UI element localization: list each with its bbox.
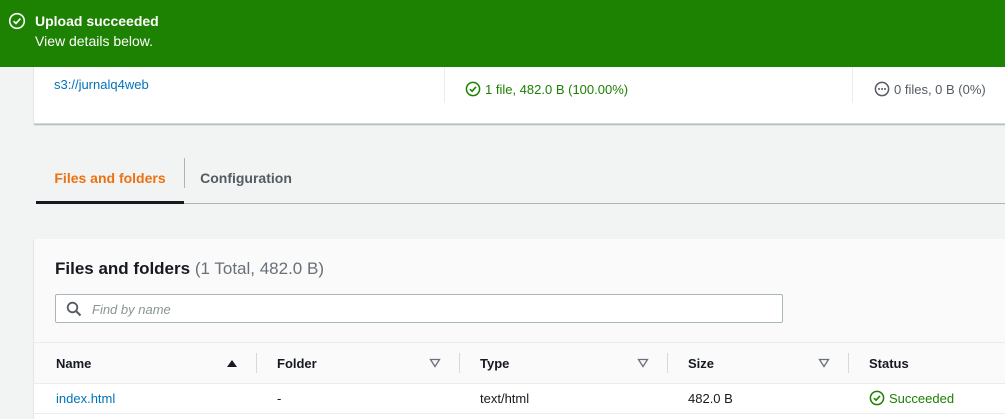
column-header-folder[interactable]: Folder xyxy=(277,343,447,383)
column-header-size[interactable]: Size xyxy=(688,343,838,383)
table-header: Name Folder Type Size Status xyxy=(34,342,1005,384)
succeeded-summary-text: 1 file, 482.0 B (100.00%) xyxy=(485,81,629,97)
file-type: text/html xyxy=(480,390,530,406)
column-header-status[interactable]: Status xyxy=(869,343,1005,383)
column-header-type-label: Type xyxy=(480,355,510,371)
failed-summary-text: 0 files, 0 B (0%) xyxy=(894,81,986,97)
summary-divider xyxy=(444,67,445,103)
panel-title: Files and folders (1 Total, 482.0 B) xyxy=(55,259,324,279)
banner-title: Upload succeeded xyxy=(35,13,159,29)
tab-configuration[interactable]: Configuration xyxy=(185,155,307,201)
column-divider[interactable] xyxy=(667,353,668,373)
files-and-folders-panel: Files and folders (1 Total, 482.0 B) Nam… xyxy=(34,239,1005,419)
summary-divider xyxy=(852,67,853,103)
upload-summary: s3://jurnalq4web 1 file, 482.0 B (100.00… xyxy=(34,67,1005,124)
column-divider[interactable] xyxy=(848,353,849,373)
panel-title-text: Files and folders xyxy=(55,259,191,278)
column-header-type[interactable]: Type xyxy=(480,343,650,383)
succeeded-summary: 1 file, 482.0 B (100.00%) xyxy=(465,81,628,97)
sort-icon[interactable] xyxy=(818,358,830,368)
failed-summary: 0 files, 0 B (0%) xyxy=(874,81,986,97)
column-header-status-label: Status xyxy=(869,355,909,371)
tab-bar: Files and folders Configuration xyxy=(36,155,1005,204)
column-header-name-label: Name xyxy=(56,355,92,371)
check-circle-icon xyxy=(8,12,26,30)
file-folder: - xyxy=(277,390,282,406)
search-input[interactable] xyxy=(90,297,774,321)
upload-success-banner: Upload succeeded View details below. xyxy=(0,0,1005,67)
sort-icon[interactable] xyxy=(637,358,649,368)
sort-ascending-icon[interactable] xyxy=(226,358,238,368)
destination-link[interactable]: s3://jurnalq4web xyxy=(54,77,149,92)
sort-icon[interactable] xyxy=(429,358,441,368)
banner-subtitle: View details below. xyxy=(35,33,154,49)
file-status-text: Succeeded xyxy=(889,390,955,406)
check-circle-icon xyxy=(869,390,885,406)
column-header-name[interactable]: Name xyxy=(56,343,256,383)
search-icon xyxy=(66,301,82,317)
check-circle-icon xyxy=(465,81,481,97)
column-header-folder-label: Folder xyxy=(277,355,317,371)
column-divider[interactable] xyxy=(459,353,460,373)
file-size: 482.0 B xyxy=(688,390,733,406)
ellipsis-circle-icon xyxy=(874,81,890,97)
search-box[interactable] xyxy=(55,294,783,323)
panel-count: (1 Total, 482.0 B) xyxy=(194,259,324,278)
file-status: Succeeded xyxy=(869,383,954,413)
table-row: index.html - text/html 482.0 B Succeeded xyxy=(34,383,1005,414)
panel-header: Files and folders (1 Total, 482.0 B) xyxy=(34,239,1005,342)
column-divider[interactable] xyxy=(256,353,257,373)
column-header-size-label: Size xyxy=(688,355,715,371)
tab-files-and-folders[interactable]: Files and folders xyxy=(36,155,184,204)
file-name-link[interactable]: index.html xyxy=(56,383,115,413)
